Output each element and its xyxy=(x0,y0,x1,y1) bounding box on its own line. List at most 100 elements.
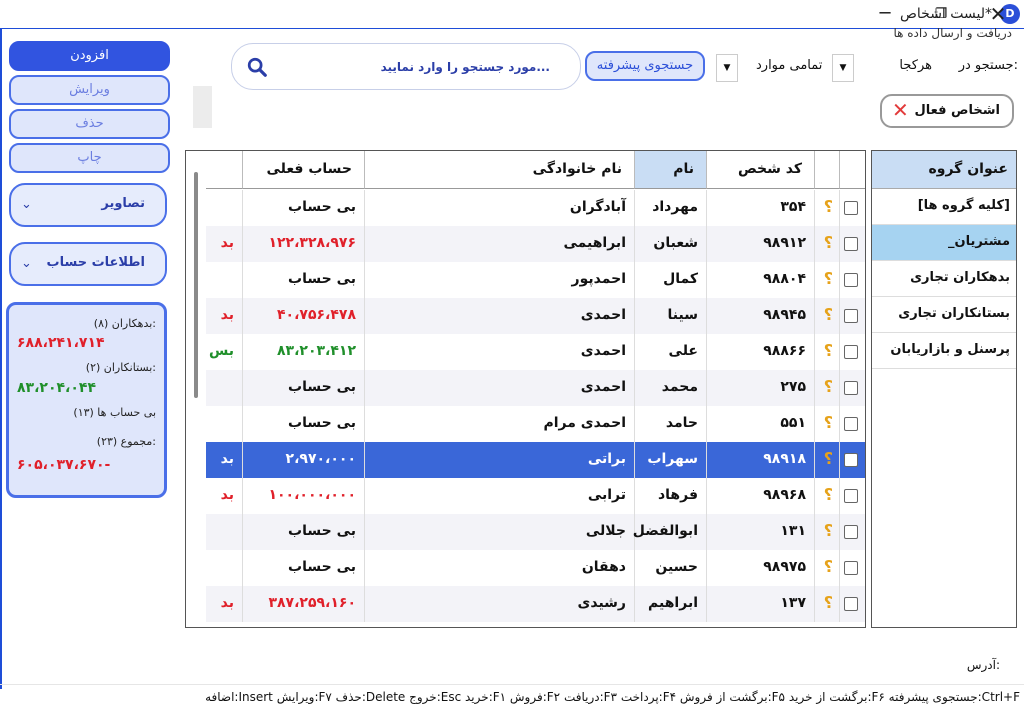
table-row[interactable]: بی حساب احمدپور کمال ۹۸۸۰۴ ؟ xyxy=(206,262,865,298)
row-checkbox[interactable] xyxy=(844,525,858,539)
table-row[interactable]: بد ۲،۹۷۰،۰۰۰ براتی سهراب ۹۸۹۱۸ ؟ xyxy=(206,442,865,478)
table-row[interactable]: بی حساب دهقان حسین ۹۸۹۷۵ ؟ xyxy=(206,550,865,586)
info-cell[interactable]: ؟ xyxy=(815,514,840,550)
active-persons-toggle[interactable]: ✕ اشخاص فعال xyxy=(880,94,1014,128)
row-checkbox[interactable] xyxy=(844,381,858,395)
images-expander[interactable]: تصاویر ⌄ xyxy=(9,183,167,227)
group-item[interactable]: _مشتریان xyxy=(872,225,1016,261)
account-cell: بی حساب xyxy=(243,406,365,442)
row-checkbox[interactable] xyxy=(844,489,858,503)
table-scrollbar[interactable] xyxy=(194,172,198,398)
search-in-select[interactable]: هرکجا xyxy=(899,58,932,73)
row-checkbox[interactable] xyxy=(844,417,858,431)
table-row[interactable]: بد ۳۸۷،۲۵۹،۱۶۰ رشیدی ابراهیم ۱۳۷ ؟ xyxy=(206,586,865,622)
family-cell-text: احمدی مرام xyxy=(543,415,626,431)
row-checkbox[interactable] xyxy=(844,237,858,251)
table-row[interactable]: بد ۱۲۲،۳۲۸،۹۷۶ ابراهیمی شعبان ۹۸۹۱۲ ؟ xyxy=(206,226,865,262)
info-cell[interactable]: ؟ xyxy=(815,226,840,262)
toolbar-scroll-stub xyxy=(193,86,212,128)
name-cell-text: مهرداد xyxy=(652,199,698,215)
family-cell: احمدی xyxy=(365,334,635,370)
name-cell: کمال xyxy=(635,262,707,298)
info-cell[interactable]: ؟ xyxy=(815,334,840,370)
creditors-label: بستانکاران (۲): xyxy=(85,361,156,374)
info-cell[interactable]: ؟ xyxy=(815,442,840,478)
row-checkbox[interactable] xyxy=(844,453,858,467)
info-cell[interactable]: ؟ xyxy=(815,190,840,226)
table-row[interactable]: بد ۱۰۰،۰۰۰،۰۰۰ ترابی فرهاد ۹۸۹۶۸ ؟ xyxy=(206,478,865,514)
code-cell: ۹۸۹۷۵ xyxy=(707,550,815,586)
family-cell: جلالی xyxy=(365,514,635,550)
family-cell-text: ترابی xyxy=(587,487,626,503)
table-row[interactable]: بد ۴۰،۷۵۶،۴۷۸ احمدی سینا ۹۸۹۴۵ ؟ xyxy=(206,298,865,334)
family-header-label: نام خانوادگی xyxy=(532,161,622,177)
account-info-expander[interactable]: اطلاعات حساب ⌄ xyxy=(9,242,167,286)
status-column-header xyxy=(206,151,243,189)
status-cell: بد xyxy=(206,298,243,334)
group-item[interactable]: پرسنل و بازاریابان xyxy=(872,333,1016,369)
account-cell: بی حساب xyxy=(243,550,365,586)
row-checkbox[interactable] xyxy=(844,597,858,611)
row-checkbox[interactable] xyxy=(844,201,858,215)
row-checkbox[interactable] xyxy=(844,345,858,359)
row-checkbox[interactable] xyxy=(844,273,858,287)
group-item[interactable]: بستانکاران تجاری xyxy=(872,297,1016,333)
info-cell[interactable]: ؟ xyxy=(815,478,840,514)
account-cell: بی حساب xyxy=(243,370,365,406)
account-cell-text: ۱۲۲،۳۲۸،۹۷۶ xyxy=(268,235,356,251)
status-cell xyxy=(206,262,243,298)
title-bar: D لیست اشخاص* ─ ❐ ✕ xyxy=(0,0,1024,30)
table-row[interactable]: بی حساب احمدی محمد ۲۷۵ ؟ xyxy=(206,370,865,406)
group-item[interactable]: بدهکاران تجاری xyxy=(872,261,1016,297)
account-cell-text: ۴۰،۷۵۶،۴۷۸ xyxy=(277,307,356,323)
edit-button[interactable]: ویرایش xyxy=(9,75,170,105)
table-row[interactable]: بس ۸۳،۲۰۳،۴۱۲ احمدی علی ۹۸۸۶۶ ؟ xyxy=(206,334,865,370)
family-cell-text: احمدی xyxy=(580,307,626,323)
print-button[interactable]: چاپ xyxy=(9,143,170,173)
select-cell xyxy=(840,334,865,370)
debtors-label: بدهکاران (۸): xyxy=(93,317,156,330)
search-input[interactable]: مورد جستجو را وارد نمایید... xyxy=(231,43,581,90)
title-divider xyxy=(0,28,1024,29)
question-icon: ؟ xyxy=(823,377,833,396)
code-cell-text: ۹۸۹۶۸ xyxy=(763,487,806,503)
table-row[interactable]: بی حساب جلالی ابوالفضل ۱۳۱ ؟ xyxy=(206,514,865,550)
info-cell[interactable]: ؟ xyxy=(815,370,840,406)
search-in-label: جستجو در: xyxy=(958,58,1018,73)
info-cell[interactable]: ؟ xyxy=(815,586,840,622)
row-checkbox[interactable] xyxy=(844,561,858,575)
family-column-header[interactable]: نام خانوادگی xyxy=(365,151,635,189)
info-cell[interactable]: ؟ xyxy=(815,298,840,334)
info-cell[interactable]: ؟ xyxy=(815,550,840,586)
name-column-header[interactable]: نام xyxy=(635,151,707,189)
scope-select[interactable]: تمامی موارد xyxy=(756,58,822,73)
chevron-down-icon[interactable]: ▼ xyxy=(716,54,738,82)
code-cell-text: ۹۸۹۷۵ xyxy=(763,559,806,575)
sync-link[interactable]: دریافت و ارسال داده ها xyxy=(872,26,1012,42)
account-cell-text: بی حساب xyxy=(288,559,356,575)
info-cell[interactable]: ؟ xyxy=(815,406,840,442)
delete-button[interactable]: حذف xyxy=(9,109,170,139)
name-cell: شعبان xyxy=(635,226,707,262)
code-column-header[interactable]: کد شخص xyxy=(707,151,815,189)
status-cell-text: بد xyxy=(220,307,234,323)
table-row[interactable]: بی حساب احمدی مرام حامد ۵۵۱ ؟ xyxy=(206,406,865,442)
table-row[interactable]: بی حساب آبادگران مهرداد ۳۵۴ ؟ xyxy=(206,190,865,226)
footer-divider xyxy=(0,684,1024,685)
row-checkbox[interactable] xyxy=(844,309,858,323)
code-header-label: کد شخص xyxy=(737,161,802,177)
info-cell[interactable]: ؟ xyxy=(815,262,840,298)
search-icon[interactable] xyxy=(246,56,268,78)
group-item[interactable]: [کلیه گروه ها] xyxy=(872,189,1016,225)
name-cell-text: محمد xyxy=(661,379,698,395)
status-cell-text: بد xyxy=(220,235,234,251)
advanced-search-button[interactable]: جستجوی پیشرفته xyxy=(585,51,705,81)
family-cell: احمدی xyxy=(365,298,635,334)
add-button[interactable]: افزودن xyxy=(9,41,170,71)
question-icon: ؟ xyxy=(823,521,833,540)
question-icon: ؟ xyxy=(823,197,833,216)
code-cell-text: ۱۳۱ xyxy=(780,523,806,539)
code-cell: ۹۸۸۰۴ xyxy=(707,262,815,298)
chevron-down-icon[interactable]: ▼ xyxy=(832,54,854,82)
account-column-header[interactable]: حساب فعلی xyxy=(243,151,365,189)
